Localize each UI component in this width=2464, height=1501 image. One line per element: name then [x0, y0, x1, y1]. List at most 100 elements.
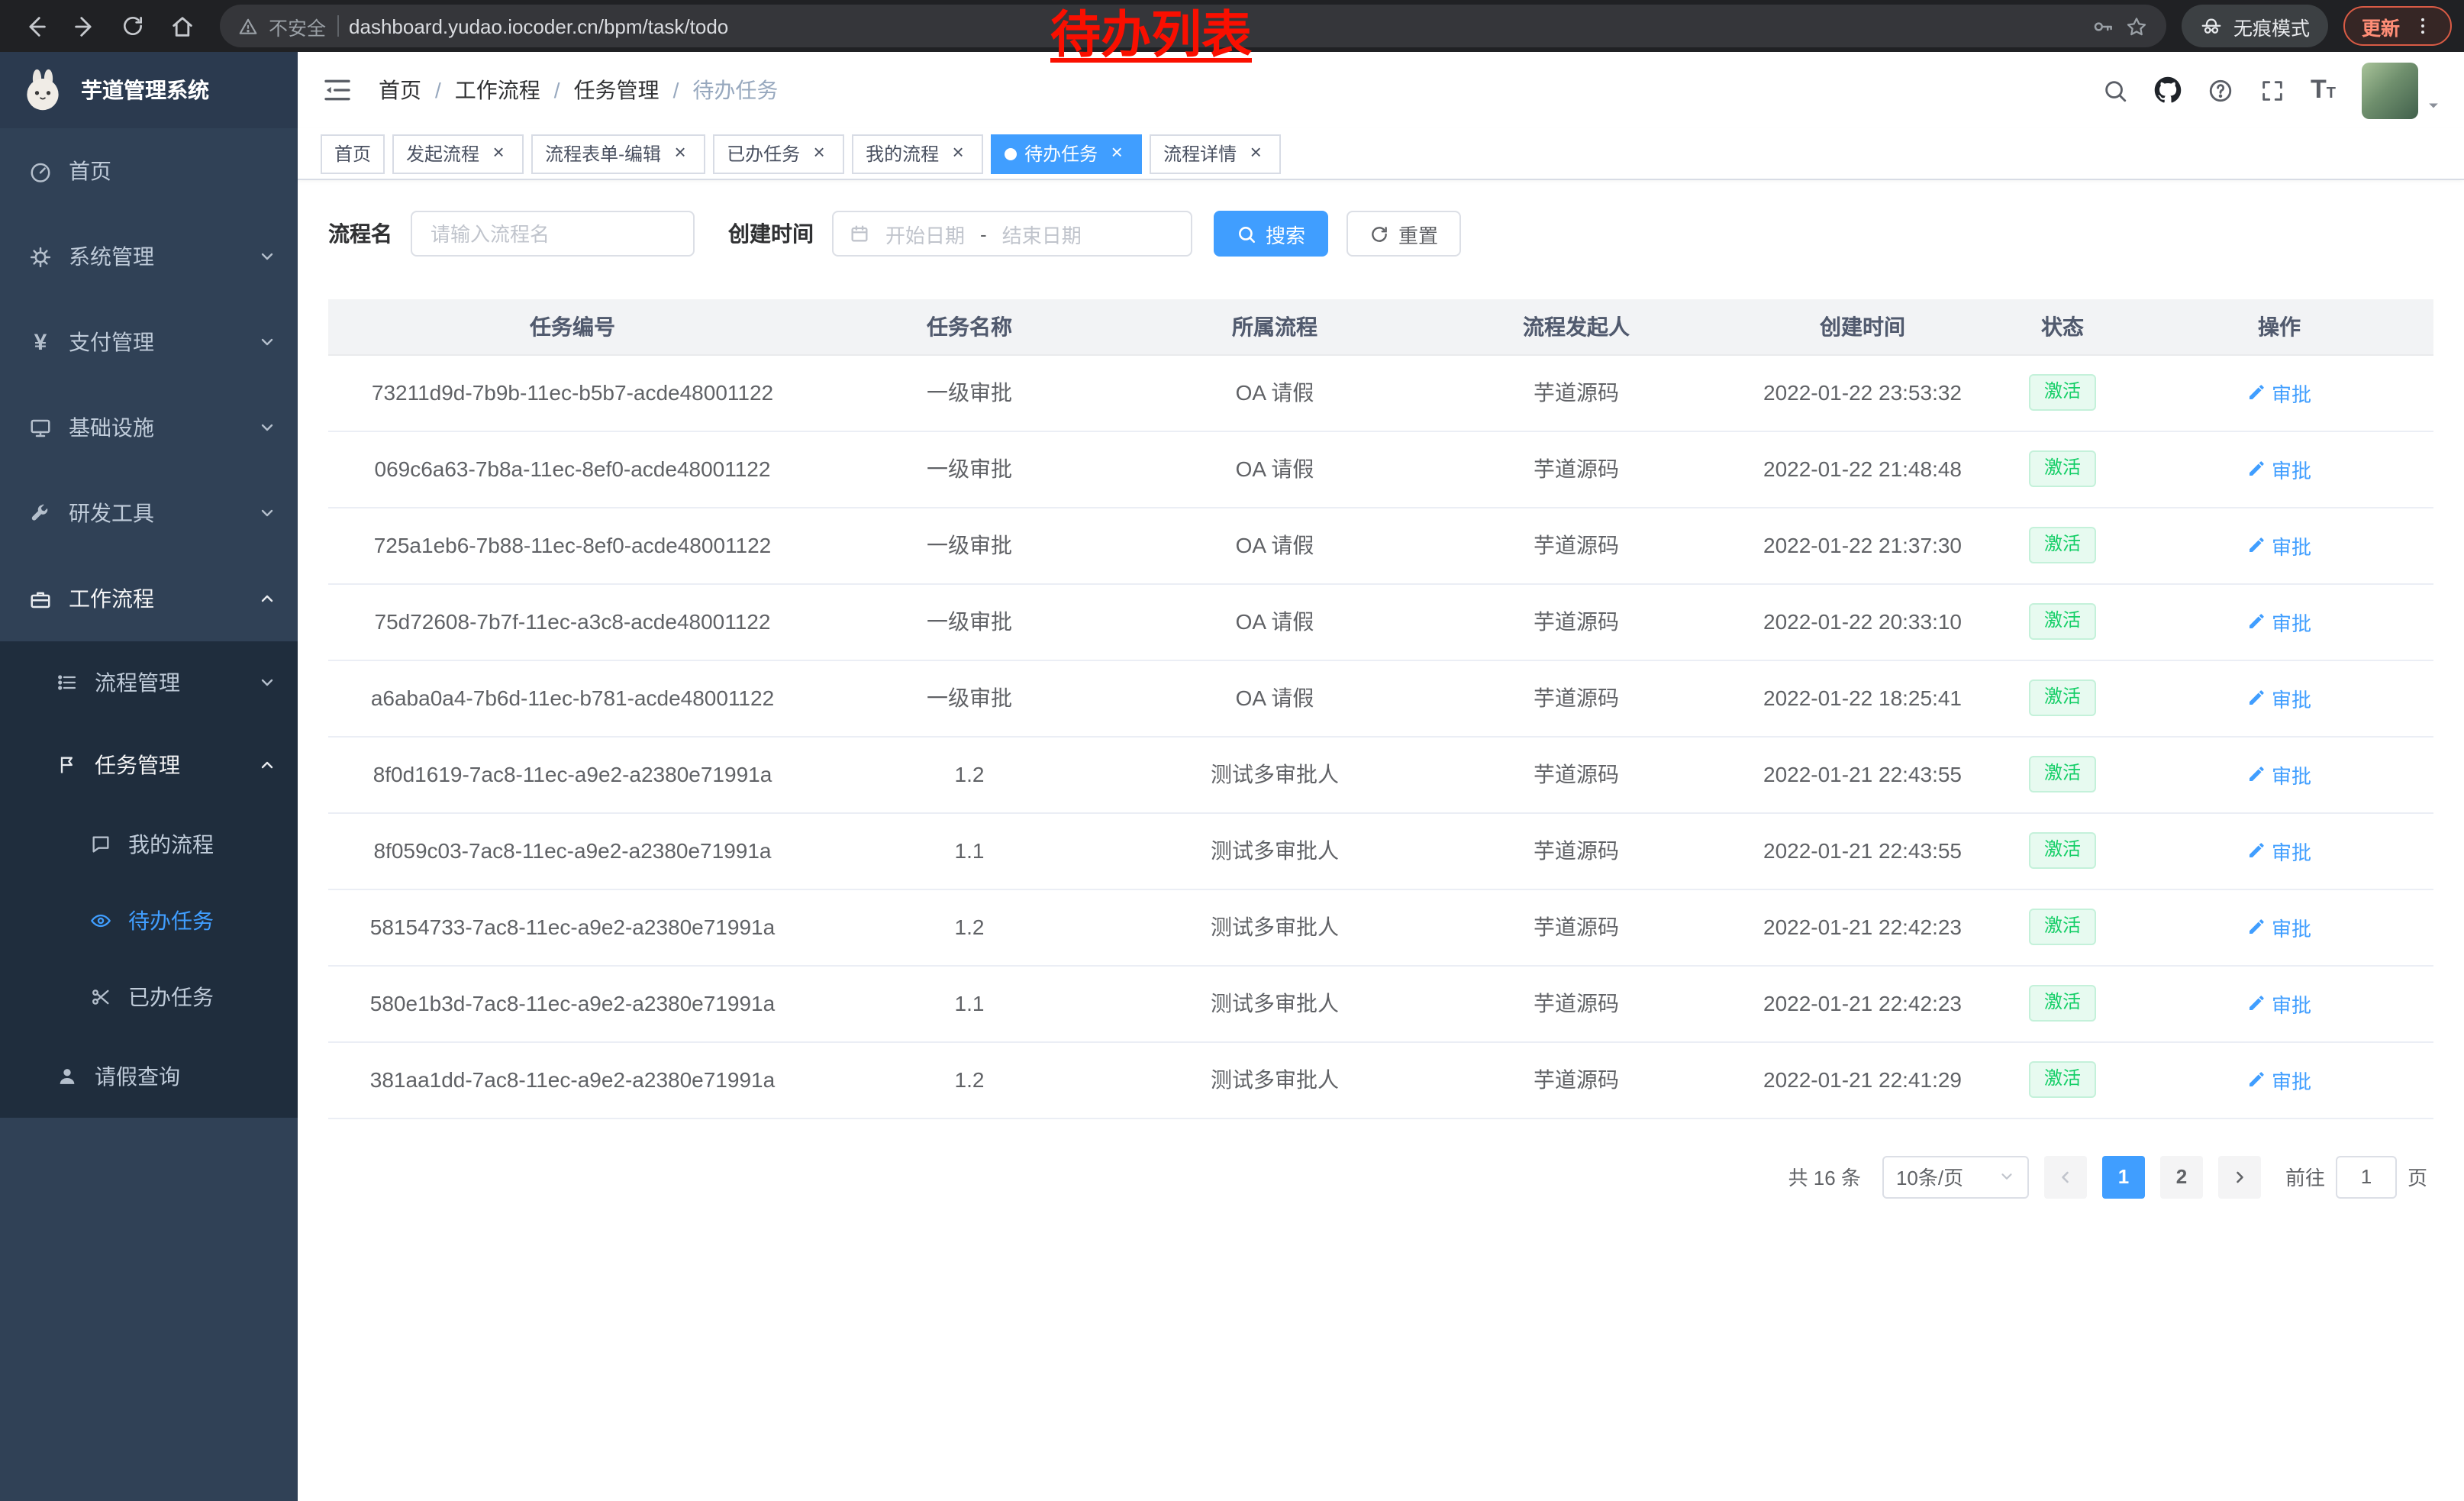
avatar[interactable]	[2362, 62, 2418, 118]
tab[interactable]: 已办任务 ×	[713, 134, 844, 173]
prev-page-button[interactable]	[2044, 1155, 2087, 1198]
search-icon[interactable]	[2101, 77, 2127, 103]
menu-kebab-icon[interactable]	[2412, 15, 2433, 37]
page-unit-label: 页	[2408, 1162, 2427, 1191]
tab[interactable]: 待办任务 ×	[991, 134, 1142, 173]
home-icon[interactable]	[159, 5, 205, 47]
close-icon[interactable]: ×	[1244, 142, 1267, 165]
cell-initiator: 芋道源码	[1427, 736, 1725, 812]
close-icon[interactable]: ×	[669, 142, 692, 165]
table-row: 8f0d1619-7ac8-11ec-a9e2-a2380e71991a 1.2…	[328, 736, 2433, 812]
sidebar-item-devtools[interactable]: 研发工具	[0, 470, 298, 556]
sidebar-collapse-icon[interactable]	[321, 73, 354, 107]
tab[interactable]: 流程表单-编辑 ×	[531, 134, 705, 173]
search-button[interactable]: 搜索	[1214, 211, 1328, 257]
url-text[interactable]: dashboard.yudao.iocoder.cn/bpm/task/todo	[349, 15, 728, 37]
edit-icon	[2247, 918, 2266, 936]
cell-create-time: 2022-01-21 22:42:23	[1725, 889, 2000, 965]
cell-initiator: 芋道源码	[1427, 812, 1725, 889]
cell-task-name: 一级审批	[817, 354, 1122, 431]
approve-link[interactable]: 审批	[2247, 1065, 2311, 1094]
page-button-1[interactable]: 1	[2102, 1155, 2145, 1198]
incognito-badge: 无痕模式	[2182, 5, 2328, 47]
process-name-input[interactable]	[411, 211, 695, 257]
close-icon[interactable]: ×	[1105, 142, 1128, 165]
cell-create-time: 2022-01-22 18:25:41	[1725, 660, 2000, 736]
close-icon[interactable]: ×	[947, 142, 969, 165]
approve-link[interactable]: 审批	[2247, 607, 2311, 636]
sidebar-item-workflow[interactable]: 工作流程	[0, 556, 298, 641]
close-icon[interactable]: ×	[487, 142, 510, 165]
approve-link[interactable]: 审批	[2247, 836, 2311, 865]
sidebar-item-todo-task[interactable]: 待办任务	[0, 883, 298, 959]
flag-icon	[56, 754, 78, 776]
status-badge: 激活	[2029, 450, 2096, 486]
calendar-icon	[849, 223, 870, 244]
sidebar-item-infrastructure[interactable]: 基础设施	[0, 385, 298, 470]
cell-process: OA 请假	[1122, 354, 1427, 431]
key-icon[interactable]	[2091, 15, 2114, 37]
date-range-picker[interactable]: 开始日期 - 结束日期	[832, 211, 1192, 257]
approve-link[interactable]: 审批	[2247, 683, 2311, 712]
help-icon[interactable]	[2207, 77, 2233, 103]
sidebar-item-label: 已办任务	[128, 982, 276, 1012]
approve-link[interactable]: 审批	[2247, 531, 2311, 560]
address-bar[interactable]: 不安全 dashboard.yudao.iocoder.cn/bpm/task/…	[220, 5, 2166, 47]
tab[interactable]: 流程详情 ×	[1150, 134, 1281, 173]
sidebar-item-label: 支付管理	[69, 327, 241, 357]
task-table: 任务编号 任务名称 所属流程 流程发起人 创建时间 状态 操作	[328, 299, 2433, 1118]
approve-link[interactable]: 审批	[2247, 989, 2311, 1018]
tab-label: 首页	[334, 140, 371, 166]
approve-link-label: 审批	[2272, 760, 2311, 789]
sidebar-item-label: 任务管理	[95, 750, 241, 780]
cell-process: OA 请假	[1122, 583, 1427, 660]
next-page-button[interactable]	[2218, 1155, 2261, 1198]
approve-link[interactable]: 审批	[2247, 760, 2311, 789]
cell-process: 测试多审批人	[1122, 1041, 1427, 1118]
app-title: 芋道管理系统	[81, 75, 209, 105]
github-icon[interactable]	[2153, 76, 2181, 104]
bookmark-star-icon[interactable]	[2125, 15, 2148, 37]
approve-link[interactable]: 审批	[2247, 454, 2311, 483]
approve-link[interactable]: 审批	[2247, 912, 2311, 941]
font-size-icon[interactable]: TT	[2311, 75, 2336, 105]
status-badge: 激活	[2029, 909, 2096, 944]
reset-button[interactable]: 重置	[1346, 211, 1461, 257]
sidebar-item-system[interactable]: 系统管理	[0, 214, 298, 299]
sidebar-item-label: 系统管理	[69, 241, 241, 272]
cell-create-time: 2022-01-21 22:41:29	[1725, 1041, 2000, 1118]
sidebar-item-payment[interactable]: ¥ 支付管理	[0, 299, 298, 385]
page-button-2[interactable]: 2	[2160, 1155, 2203, 1198]
sidebar-item-home[interactable]: 首页	[0, 128, 298, 214]
tab[interactable]: 发起流程 ×	[392, 134, 524, 173]
scissors-icon	[90, 986, 111, 1008]
sidebar-item-process-mgmt[interactable]: 流程管理	[0, 641, 298, 724]
sidebar-item-label: 流程管理	[95, 667, 241, 698]
sidebar-item-task-mgmt[interactable]: 任务管理	[0, 724, 298, 806]
sidebar-item-leave-query[interactable]: 请假查询	[0, 1035, 298, 1118]
incognito-label: 无痕模式	[2233, 11, 2310, 40]
user-menu[interactable]	[2362, 62, 2441, 118]
sidebar-item-my-process[interactable]: 我的流程	[0, 806, 298, 883]
back-icon[interactable]	[12, 5, 58, 47]
approve-link[interactable]: 审批	[2247, 378, 2311, 407]
approve-link-label: 审批	[2272, 454, 2311, 483]
update-button[interactable]: 更新	[2343, 6, 2452, 46]
breadcrumb-item[interactable]: 任务管理	[574, 75, 660, 105]
cell-initiator: 芋道源码	[1427, 660, 1725, 736]
goto-page-input[interactable]	[2336, 1155, 2397, 1198]
breadcrumb-item[interactable]: 首页	[379, 75, 421, 105]
logo[interactable]: 芋道管理系统	[0, 52, 298, 128]
cell-status: 激活	[2000, 507, 2125, 583]
reload-icon[interactable]	[110, 5, 156, 47]
col-actions: 操作	[2125, 299, 2433, 354]
page-size-select[interactable]: 10条/页	[1882, 1155, 2029, 1198]
close-icon[interactable]: ×	[808, 142, 830, 165]
fullscreen-icon[interactable]	[2259, 77, 2285, 103]
sidebar-item-done-task[interactable]: 已办任务	[0, 959, 298, 1035]
tab[interactable]: 首页	[321, 134, 385, 173]
tab[interactable]: 我的流程 ×	[852, 134, 983, 173]
approve-link-label: 审批	[2272, 1065, 2311, 1094]
forward-icon[interactable]	[61, 5, 107, 47]
breadcrumb-item[interactable]: 工作流程	[455, 75, 540, 105]
